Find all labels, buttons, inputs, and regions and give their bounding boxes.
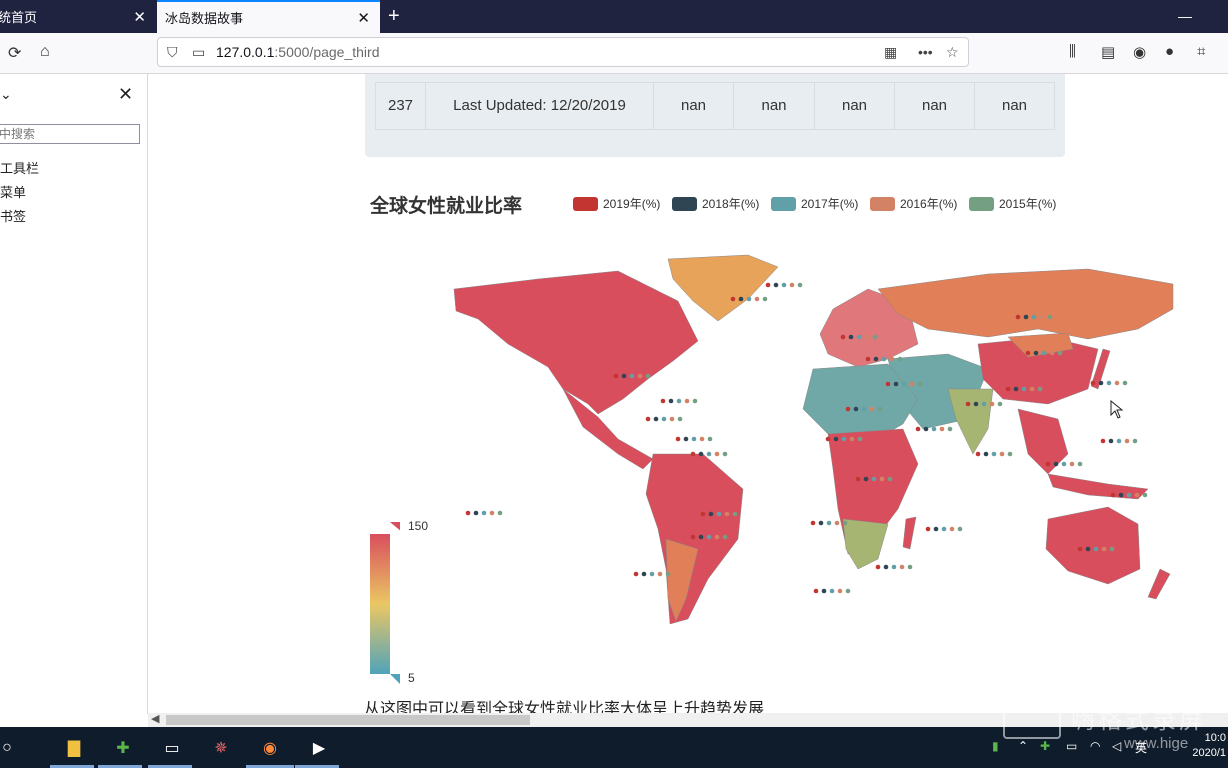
chart-title: 全球女性就业比率 — [370, 196, 523, 217]
data-table: 237 Last Updated: 12/20/2019 nan nan nan… — [365, 74, 1065, 157]
tab-strip: 统首页 ✕ 冰岛数据故事 ✕ + — — [0, 0, 1228, 33]
app-plus-tray-icon[interactable]: ✚ — [1040, 739, 1050, 753]
new-tab-icon[interactable]: + — [388, 5, 400, 28]
wifi-icon[interactable]: ◠ — [1090, 739, 1100, 753]
legend-swatch — [672, 196, 697, 211]
legend-label: 2018年(%) — [702, 197, 760, 211]
sidebar-item-menu[interactable]: 菜单 — [0, 182, 26, 201]
legend-item[interactable]: 2015年(%) — [969, 195, 1056, 212]
legend-swatch — [969, 196, 994, 211]
visual-map[interactable]: 150 5 — [370, 519, 450, 687]
region-south-america[interactable] — [645, 453, 744, 625]
url-text[interactable]: 127.0.0.1:5000/page_third — [216, 44, 379, 60]
scroll-left-icon[interactable]: ◀ — [151, 712, 159, 725]
sidebar-toggle-icon[interactable]: ▤ — [1101, 43, 1115, 61]
clock-date: 2020/1 — [1192, 747, 1226, 759]
search-input[interactable]: 中搜索 — [0, 124, 140, 144]
file-explorer-icon[interactable]: ▇ — [61, 735, 87, 761]
region-africa-south[interactable] — [842, 518, 889, 570]
visual-map-max: 150 — [408, 519, 429, 533]
legend-item[interactable]: 2016年(%) — [870, 195, 957, 212]
library-icon[interactable]: ⫼ — [1069, 43, 1076, 60]
legend-swatch — [870, 196, 895, 211]
tab-title: 统首页 — [0, 10, 38, 25]
table-cell: 237 — [376, 83, 426, 129]
close-icon[interactable]: ✕ — [357, 9, 370, 27]
page-actions-icon[interactable]: ••• — [918, 44, 933, 60]
watermark-text: 嗨格式录屏 — [1071, 707, 1206, 734]
legend-label: 2019年(%) — [603, 197, 661, 211]
legend-swatch — [771, 196, 796, 211]
account-icon[interactable]: ◉ — [1133, 43, 1146, 61]
sidebar-item-bookmarks[interactable]: 书签 — [0, 206, 26, 225]
url-bar[interactable]: ⛉ ▭ 127.0.0.1:5000/page_third ▦ ••• ☆ — [157, 37, 969, 67]
nav-toolbar: ⟳ ⌂ ⛉ ▭ 127.0.0.1:5000/page_third ▦ ••• … — [0, 33, 1228, 74]
network-icon[interactable]: ▭ — [1066, 739, 1077, 753]
bookmark-star-icon[interactable]: ☆ — [946, 44, 959, 61]
table-cell: nan — [815, 83, 895, 129]
chevron-down-icon[interactable]: ⌄ — [0, 86, 12, 103]
home-icon[interactable]: ⌂ — [40, 43, 50, 61]
legend-item[interactable]: 2018年(%) — [672, 195, 759, 212]
world-map[interactable] — [448, 249, 1178, 629]
bookmarks-sidebar: ⌄ ✕ 中搜索 工具栏 菜单 书签 — [0, 74, 148, 714]
region-new-zealand[interactable] — [1147, 568, 1171, 600]
chat-icon[interactable]: ● — [1165, 43, 1174, 60]
tab-iceland-data-story[interactable]: 冰岛数据故事 ✕ — [157, 0, 380, 33]
table-cell: nan — [654, 83, 734, 129]
qr-code-icon[interactable]: ▦ — [884, 44, 897, 61]
reload-icon[interactable]: ⟳ — [8, 43, 21, 63]
table-cell: Last Updated: 12/20/2019 — [426, 83, 654, 129]
legend-item[interactable]: 2017年(%) — [771, 195, 858, 212]
watermark-logo: 嗨格式录屏 — [1003, 700, 1206, 739]
video-recorder-icon[interactable]: ▶ — [306, 735, 332, 761]
page-info-icon[interactable]: ▭ — [192, 44, 205, 61]
visual-map-min: 5 — [408, 671, 415, 685]
table-cell: nan — [895, 83, 975, 129]
visual-map-gradient — [370, 522, 400, 684]
mouse-cursor-icon — [1110, 400, 1124, 419]
legend-label: 2017年(%) — [801, 197, 859, 211]
app-plus-icon[interactable]: ✚ — [110, 735, 136, 761]
tab-title: 冰岛数据故事 — [165, 11, 244, 26]
tab-home[interactable]: 统首页 ✕ — [0, 0, 156, 33]
firefox-icon[interactable]: ◉ — [257, 735, 283, 761]
spider-app-icon[interactable]: ✵ — [208, 735, 234, 761]
table-row: 237 Last Updated: 12/20/2019 nan nan nan… — [375, 82, 1055, 130]
url-path: :5000/page_third — [274, 44, 380, 60]
legend-label: 2016年(%) — [900, 197, 958, 211]
watermark-url: www.hige — [1124, 735, 1189, 752]
region-greenland[interactable] — [667, 254, 779, 322]
terminal-icon[interactable]: ▭ — [159, 735, 185, 761]
close-icon[interactable]: ✕ — [133, 8, 146, 26]
battery-icon[interactable]: ▮ — [992, 739, 999, 753]
scrollbar-thumb[interactable] — [166, 715, 530, 725]
legend-swatch — [573, 196, 598, 211]
tray-chevron-icon[interactable]: ⌃ — [1018, 739, 1028, 753]
region-indonesia[interactable] — [1047, 473, 1149, 500]
search-icon[interactable]: ○ — [0, 735, 20, 761]
region-russia[interactable] — [877, 268, 1174, 340]
url-host: 127.0.0.1 — [216, 44, 275, 60]
chart-caption: 从这图中可以看到全球女性就业比率大体呈上升趋势发展 — [364, 701, 765, 714]
region-australia[interactable] — [1045, 506, 1141, 585]
region-madagascar[interactable] — [902, 516, 917, 550]
sidebar-item-toolbar[interactable]: 工具栏 — [0, 158, 39, 177]
crop-icon[interactable]: ⌗ — [1197, 43, 1205, 60]
legend-label: 2015年(%) — [999, 197, 1057, 211]
volume-icon[interactable]: ◁ — [1112, 739, 1121, 753]
minimize-icon[interactable]: — — [1178, 8, 1192, 24]
shield-icon[interactable]: ⛉ — [167, 44, 178, 61]
page-content: 237 Last Updated: 12/20/2019 nan nan nan… — [148, 74, 1228, 714]
table-cell: nan — [734, 83, 815, 129]
close-icon[interactable]: ✕ — [118, 84, 133, 105]
legend-item[interactable]: 2019年(%) — [573, 195, 660, 212]
region-southeast-asia[interactable] — [1017, 408, 1069, 475]
table-cell: nan — [1001, 97, 1028, 114]
region-north-america[interactable] — [453, 270, 699, 415]
